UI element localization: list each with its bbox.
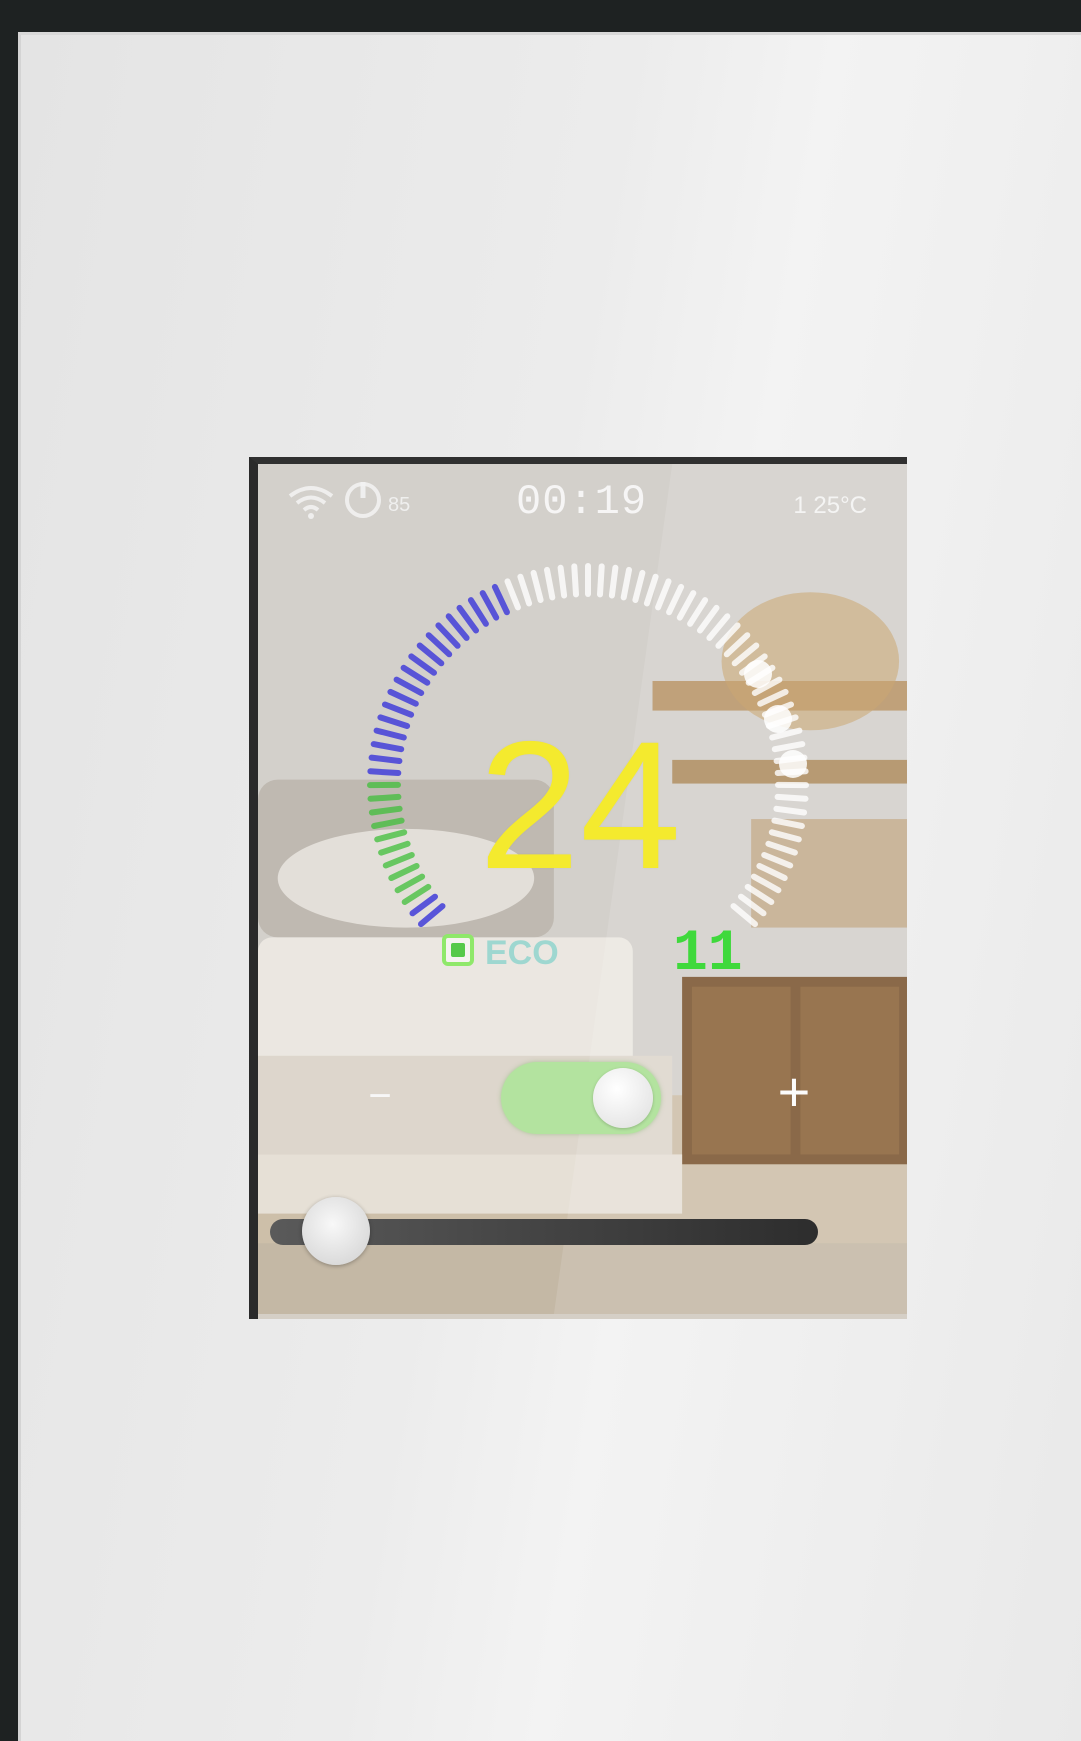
dial-tick bbox=[706, 613, 731, 641]
dial-tick bbox=[744, 883, 775, 905]
dial-tick bbox=[504, 578, 521, 611]
dial-tick bbox=[456, 604, 479, 634]
dial-tick bbox=[394, 873, 426, 894]
dial-tick bbox=[738, 893, 767, 917]
power-toggle[interactable] bbox=[501, 1062, 661, 1134]
dial-tick bbox=[715, 622, 741, 649]
dial-tick bbox=[765, 840, 798, 856]
dial-tick bbox=[771, 817, 805, 829]
dial-tick bbox=[393, 676, 425, 696]
dial-tick bbox=[608, 564, 619, 599]
dial-tick bbox=[544, 566, 556, 601]
dial-tick bbox=[620, 566, 632, 601]
dial-tick bbox=[370, 741, 405, 753]
dial-tick bbox=[557, 564, 568, 599]
setpoint-temperature: 24 bbox=[478, 703, 682, 907]
dial-tick bbox=[408, 653, 437, 676]
dial-tick bbox=[571, 563, 579, 598]
dial-tick bbox=[367, 768, 402, 776]
dial-handle-dot bbox=[764, 705, 792, 733]
dial-tick bbox=[378, 840, 411, 856]
dial-tick bbox=[774, 793, 809, 802]
dial-tick bbox=[756, 863, 788, 881]
dial-handle-dot bbox=[744, 660, 772, 688]
eco-mode-label: ECO bbox=[485, 934, 559, 972]
dial-tick bbox=[409, 893, 438, 917]
dial-tick bbox=[491, 583, 510, 616]
power-toggle-knob bbox=[593, 1068, 653, 1128]
dial-tick bbox=[757, 688, 789, 707]
dial-tick bbox=[655, 578, 672, 611]
dial-tick bbox=[400, 664, 431, 686]
dial-tick bbox=[425, 632, 453, 658]
dial-tick bbox=[368, 805, 403, 816]
dial-tick bbox=[416, 642, 445, 667]
dial-tick bbox=[517, 573, 533, 607]
dial-tick bbox=[418, 903, 446, 928]
dial-tick bbox=[676, 590, 697, 621]
dial-tick bbox=[445, 613, 470, 641]
dial-tick bbox=[382, 701, 415, 718]
dial-tick bbox=[761, 852, 794, 869]
dial-tick bbox=[750, 873, 782, 894]
slider-thumb[interactable] bbox=[301, 1197, 370, 1265]
dial-tick bbox=[368, 754, 403, 764]
dial-tick bbox=[374, 829, 408, 843]
dial-tick bbox=[367, 793, 402, 802]
dial-tick bbox=[479, 590, 500, 621]
dial-tick bbox=[382, 852, 415, 869]
wall-panel: 85 00:19 1 25°C 24 ECO 11 − + bbox=[18, 32, 1081, 1741]
increase-temperature-button[interactable]: + bbox=[768, 1064, 820, 1120]
eco-mode-checkbox[interactable] bbox=[442, 934, 474, 966]
decrease-temperature-button[interactable]: − bbox=[358, 1076, 402, 1116]
dial-tick bbox=[467, 597, 489, 627]
dial-handle-dot bbox=[779, 750, 807, 778]
fan-speed-slider[interactable] bbox=[270, 1197, 818, 1265]
dial-tick bbox=[666, 583, 685, 616]
dial-tick bbox=[373, 727, 407, 741]
dial-tick bbox=[768, 829, 802, 843]
dial-tick bbox=[632, 569, 646, 603]
dial-tick bbox=[401, 883, 432, 905]
dial-tick bbox=[687, 597, 709, 627]
dial-tick bbox=[530, 569, 544, 603]
dial-tick bbox=[643, 573, 659, 607]
dial-tick bbox=[771, 741, 806, 753]
dial-tick bbox=[371, 817, 405, 829]
humidity-value: 11 bbox=[673, 922, 743, 987]
dial-tick bbox=[773, 805, 808, 816]
dial-tick bbox=[377, 714, 411, 729]
dial-tick bbox=[387, 688, 419, 707]
dial-tick bbox=[723, 632, 751, 658]
dial-tick bbox=[388, 863, 420, 881]
dial-tick bbox=[731, 642, 760, 667]
dial-tick bbox=[435, 622, 461, 649]
thermostat-screen: 85 00:19 1 25°C 24 ECO 11 − + bbox=[249, 457, 907, 1319]
dial-tick bbox=[597, 563, 605, 598]
dial-tick bbox=[697, 604, 720, 634]
